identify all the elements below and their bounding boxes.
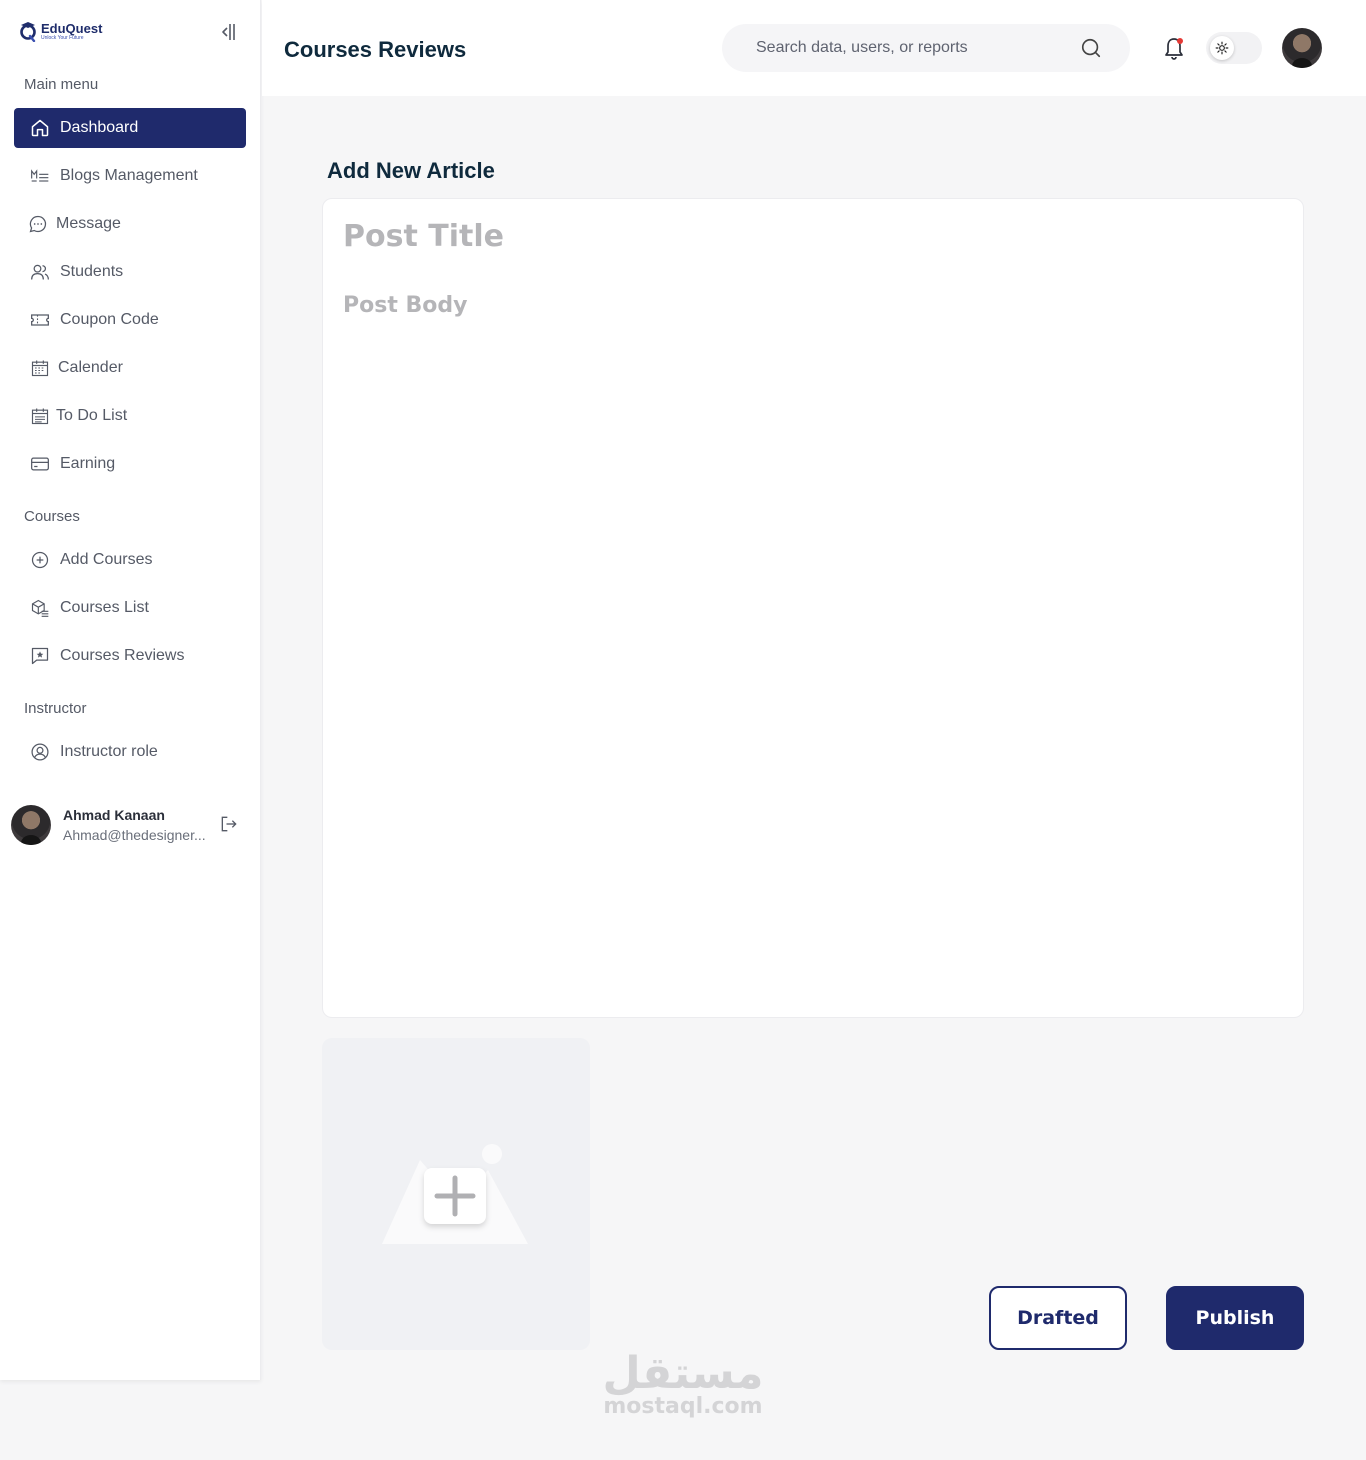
sidebar-item-label: Students bbox=[60, 263, 124, 280]
user-name: Ahmad Kanaan bbox=[63, 807, 165, 823]
instructor-section-label: Instructor bbox=[24, 700, 87, 717]
sidebar-item-label: To Do List bbox=[56, 407, 128, 424]
sidebar-item-label: Earning bbox=[60, 455, 116, 472]
app-logo[interactable]: EduQuest Unlock Your Future bbox=[19, 20, 102, 42]
search-bar[interactable] bbox=[722, 24, 1130, 72]
markdown-list-icon bbox=[31, 169, 49, 182]
logo-name: EduQuest bbox=[41, 20, 103, 36]
post-title-input[interactable] bbox=[343, 219, 1243, 254]
sidebar-item-coupon-code[interactable]: Coupon Code bbox=[14, 300, 246, 340]
main-menu-label: Main menu bbox=[24, 76, 99, 93]
sidebar-item-label: Calender bbox=[58, 359, 123, 376]
drafted-button[interactable]: Drafted bbox=[989, 1286, 1127, 1350]
plus-circle-icon bbox=[31, 551, 49, 569]
search-icon[interactable] bbox=[1080, 37, 1102, 59]
sidebar-item-label: Courses List bbox=[60, 599, 149, 616]
logo-tagline: Unlock Your Future bbox=[41, 34, 84, 41]
sidebar-item-to-do-list[interactable]: To Do List bbox=[14, 396, 246, 436]
users-icon bbox=[31, 264, 49, 280]
collapse-sidebar-button[interactable] bbox=[219, 20, 239, 44]
sidebar-item-add-courses[interactable]: Add Courses bbox=[14, 540, 246, 580]
sidebar-item-dashboard[interactable]: Dashboard bbox=[14, 108, 246, 148]
sidebar-item-label: Courses Reviews bbox=[60, 647, 185, 664]
watermark: مستقل mostaql.com bbox=[600, 1348, 766, 1420]
star-message-icon bbox=[31, 647, 49, 665]
box-list-icon bbox=[31, 599, 49, 617]
user-profile-card[interactable]: Ahmad Kanaan Ahmad@thedesigner... bbox=[11, 804, 246, 846]
theme-toggle-knob bbox=[1210, 36, 1234, 60]
top-header: Courses Reviews bbox=[262, 0, 1366, 96]
sidebar-item-calender[interactable]: Calender bbox=[14, 348, 246, 388]
sidebar-item-instructor-role[interactable]: Instructor role bbox=[14, 732, 246, 772]
page-title: Courses Reviews bbox=[284, 37, 467, 62]
image-upload-area[interactable] bbox=[322, 1038, 590, 1350]
search-input[interactable] bbox=[756, 39, 1080, 57]
post-body-input[interactable] bbox=[343, 293, 1273, 993]
theme-toggle[interactable] bbox=[1206, 32, 1262, 64]
calendar-icon bbox=[31, 360, 49, 377]
sidebar-item-courses-list[interactable]: Courses List bbox=[14, 588, 246, 628]
home-icon bbox=[31, 119, 49, 137]
notification-bell-icon[interactable] bbox=[1162, 36, 1186, 62]
credit-card-icon bbox=[31, 457, 49, 471]
user-circle-icon bbox=[31, 743, 49, 761]
calendar-list-icon bbox=[31, 408, 49, 425]
chat-bubble-icon bbox=[29, 215, 47, 233]
sidebar-item-label: Blogs Management bbox=[60, 167, 198, 184]
sidebar-item-earning[interactable]: Earning bbox=[14, 444, 246, 484]
sidebar-item-students[interactable]: Students bbox=[14, 252, 246, 292]
header-avatar[interactable] bbox=[1282, 28, 1322, 68]
add-article-heading: Add New Article bbox=[327, 158, 495, 183]
sidebar-item-label: Add Courses bbox=[60, 551, 153, 568]
ticket-icon bbox=[31, 314, 49, 326]
courses-section-label: Courses bbox=[24, 508, 80, 525]
sidebar-item-label: Dashboard bbox=[60, 119, 139, 136]
sidebar: EduQuest Unlock Your Future Main menu Da… bbox=[0, 0, 261, 1380]
avatar[interactable] bbox=[11, 805, 51, 845]
article-editor bbox=[322, 198, 1304, 1018]
sidebar-item-courses-reviews[interactable]: Courses Reviews bbox=[14, 636, 246, 676]
sidebar-item-message[interactable]: Message bbox=[14, 204, 246, 244]
logout-icon[interactable] bbox=[219, 814, 239, 834]
publish-button[interactable]: Publish bbox=[1166, 1286, 1304, 1350]
watermark-arabic: مستقل bbox=[602, 1348, 764, 1399]
sidebar-item-label: Coupon Code bbox=[60, 311, 159, 328]
logo-icon bbox=[20, 22, 36, 42]
sidebar-item-label: Instructor role bbox=[60, 743, 158, 760]
sidebar-item-label: Message bbox=[56, 215, 121, 232]
collapse-icon bbox=[222, 24, 235, 40]
sun-icon bbox=[1215, 41, 1229, 55]
add-image-icon bbox=[382, 1144, 528, 1244]
user-email: Ahmad@thedesigner... bbox=[63, 827, 206, 843]
sidebar-item-blogs-management[interactable]: Blogs Management bbox=[14, 156, 246, 196]
watermark-latin: mostaql.com bbox=[603, 1394, 763, 1420]
